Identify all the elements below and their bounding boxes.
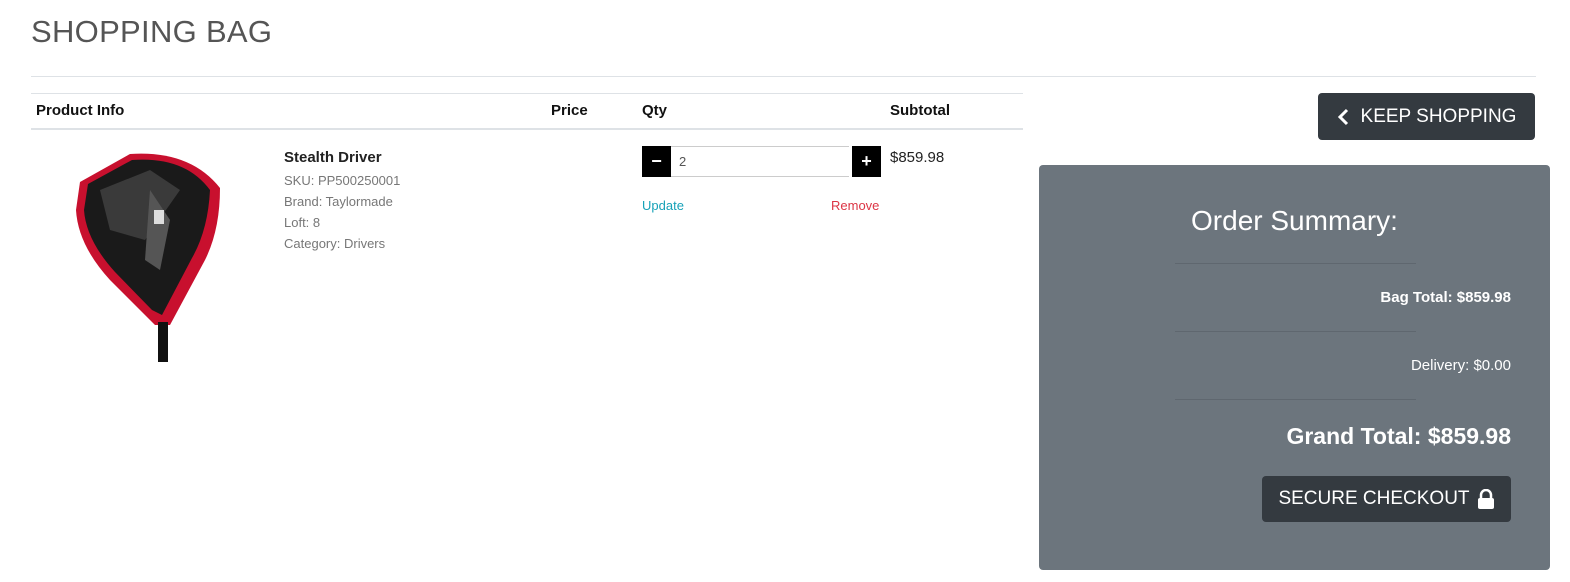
order-summary: Order Summary: Bag Total: $859.98 Delive… (1039, 165, 1550, 570)
bag-total: Bag Total: $859.98 (1380, 289, 1511, 306)
table-header-border (31, 128, 1023, 130)
summary-title-text: Order Summary: (1191, 205, 1398, 236)
summary-title: Order Summary: (1039, 205, 1550, 237)
qty-input[interactable] (671, 146, 849, 177)
secure-checkout-label: SECURE CHECKOUT (1278, 488, 1470, 509)
product-brand: Brand: Taylormade (284, 194, 393, 209)
remove-link[interactable]: Remove (831, 198, 879, 213)
chevron-left-icon (1337, 108, 1348, 125)
keep-shopping-button[interactable]: KEEP SHOPPING (1318, 93, 1535, 140)
product-sku: SKU: PP500250001 (284, 173, 401, 188)
product-category: Category: Drivers (284, 236, 386, 251)
increment-qty-button[interactable]: + (852, 146, 881, 177)
keep-shopping-label: KEEP SHOPPING (1360, 105, 1517, 127)
summary-divider (1175, 399, 1416, 400)
grand-total: Grand Total: $859.98 (1286, 423, 1511, 449)
header-product-info: Product Info (36, 102, 125, 119)
delivery-cost: Delivery: $0.00 (1410, 357, 1511, 374)
summary-divider (1175, 331, 1416, 332)
product-image (76, 153, 220, 362)
header-qty: Qty (642, 102, 668, 119)
update-link[interactable]: Update (642, 198, 684, 213)
product-name[interactable]: Stealth Driver (284, 149, 382, 166)
product-subtotal: $859.98 (890, 149, 945, 166)
summary-divider (1175, 263, 1416, 264)
secure-checkout-button[interactable]: SECURE CHECKOUT (1262, 476, 1511, 522)
header-price: Price (551, 102, 588, 119)
header-subtotal: Subtotal (890, 102, 950, 119)
lock-icon (1477, 489, 1494, 509)
page-title: SHOPPING BAG (31, 14, 273, 49)
decrement-qty-button[interactable]: − (642, 146, 671, 177)
product-loft: Loft: 8 (284, 215, 321, 230)
table-top-border (31, 93, 1023, 94)
divider (31, 76, 1536, 77)
